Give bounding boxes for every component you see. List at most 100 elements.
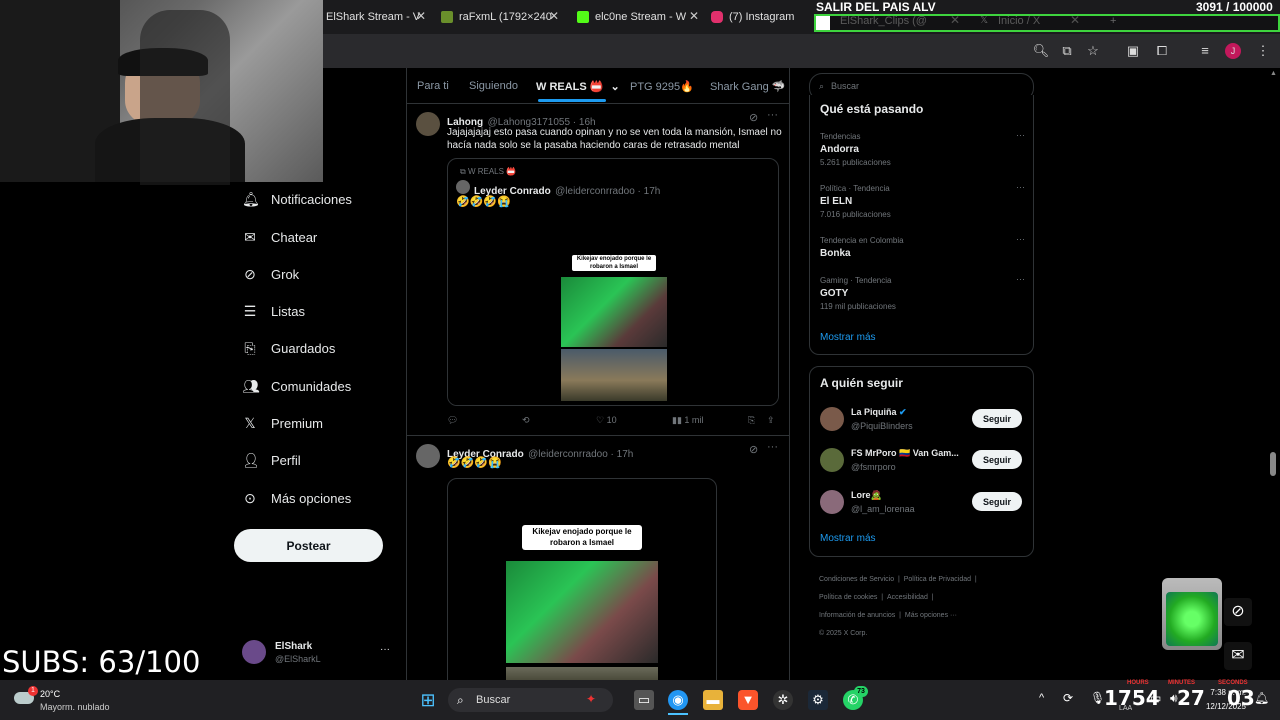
chevron-up-icon[interactable]: ^ — [1039, 692, 1044, 704]
sidebar-item-guardados[interactable]: ⎘ Guardados — [242, 337, 335, 359]
weather-desc: Mayorm. nublado — [40, 702, 110, 712]
grok-icon[interactable]: ⊘ — [1224, 598, 1252, 626]
steam-icon[interactable]: ⚙ — [808, 690, 828, 710]
taskbar-search-label: Buscar — [476, 694, 511, 706]
follow-button[interactable]: Seguir — [972, 409, 1022, 428]
post-button[interactable]: Postear — [234, 529, 383, 562]
share-button[interactable]: ⇪ — [767, 415, 775, 426]
reply-button[interactable]: 💬︎ — [447, 415, 458, 426]
tab-w-reals[interactable]: W REALS 📛 ⌄ — [536, 80, 620, 93]
mail-icon[interactable]: ✉ — [1224, 642, 1252, 670]
follow-suggestion[interactable]: FS MrPoro 🇨🇴 Van Gam... @fsmrporo Seguir — [820, 447, 1025, 473]
footer-link[interactable]: Más opciones ··· — [905, 612, 957, 619]
sidebar-item-label: Listas — [271, 303, 305, 319]
retweet-button[interactable]: ⟲ — [522, 415, 530, 426]
author-handle: @leiderconrradoo · 17h — [528, 449, 634, 460]
sidebar-item-chatear[interactable]: ✉ Chatear — [242, 226, 317, 248]
sync-icon[interactable]: ⟳ — [1063, 691, 1073, 705]
sidebar-item-comunidades[interactable]: 👥︎ Comunidades — [242, 375, 351, 397]
avatar[interactable] — [416, 444, 440, 468]
tab-siguiendo[interactable]: Siguiendo — [469, 80, 518, 92]
trend-item[interactable]: Gaming · Tendencia GOTY 119 mil publicac… — [820, 274, 1025, 312]
grok-icon[interactable]: ⊘ — [749, 443, 758, 456]
sidebar-item-notificaciones[interactable]: 🔔︎ Notificaciones — [242, 188, 352, 210]
more-icon[interactable]: ··· — [1016, 234, 1025, 244]
tweet[interactable]: Lahong @Lahong3171055 · 16h ⊘ ··· Jajaja… — [406, 104, 789, 435]
show-more-link[interactable]: Mostrar más — [820, 533, 876, 544]
video-player[interactable]: Kikejav enojado porque le robaron a Isma… — [447, 478, 717, 680]
close-tab-icon[interactable]: ✕ — [416, 9, 426, 23]
browser-tab-0[interactable]: ElShark Stream - V ✕ — [326, 6, 426, 28]
more-icon[interactable]: ··· — [767, 109, 778, 121]
extensions-icon[interactable]: ⧠ — [1153, 42, 1171, 60]
follow-button[interactable]: Seguir — [972, 492, 1022, 511]
star-icon[interactable]: ☆ — [1084, 42, 1102, 60]
separator: | — [927, 594, 934, 601]
tab-ptg[interactable]: PTG 9295🔥 — [630, 80, 694, 93]
footer-link[interactable]: Accesibilidad — [887, 594, 928, 601]
sidebar-item-perfil[interactable]: 👤︎ Perfil — [242, 449, 301, 471]
windows-start-icon[interactable]: ⊞ — [418, 690, 438, 710]
tab-shark-gang[interactable]: Shark Gang 🦈 — [710, 80, 785, 93]
media-control-icon[interactable]: ≡ — [1196, 42, 1214, 60]
sidebar-item-listas[interactable]: ☰ Listas — [242, 300, 305, 322]
scrollbar-thumb[interactable] — [1270, 452, 1276, 476]
file-explorer-icon[interactable]: ▬ — [703, 690, 723, 710]
close-tab-icon[interactable]: ✕ — [689, 9, 699, 23]
tab-para-ti[interactable]: Para ti — [417, 80, 449, 92]
sidebar-item-mas-opciones[interactable]: ⊙ Más opciones — [242, 487, 351, 509]
footer-link[interactable]: Información de anuncios — [819, 612, 895, 619]
trend-meta: Gaming · Tendencia — [820, 276, 892, 285]
like-button[interactable]: ♡ 10 — [596, 415, 617, 426]
install-app-icon[interactable]: ⧉ — [1058, 42, 1076, 60]
more-icon[interactable]: ··· — [1016, 130, 1025, 140]
footer-link[interactable]: Condiciones de Servicio — [819, 576, 894, 583]
trend-item[interactable]: Política · Tendencia El ELN 7.016 public… — [820, 182, 1025, 220]
microphone-icon[interactable]: 🎙︎ — [1090, 691, 1105, 705]
follow-suggestion[interactable]: La Piquiña ✔ @PiquiBlinders Seguir — [820, 406, 1025, 432]
views-button[interactable]: ▮▮ 1 mil — [672, 415, 703, 426]
close-tab-icon[interactable]: ✕ — [549, 9, 559, 23]
mail-icon: ✉ — [244, 229, 256, 245]
follow-button[interactable]: Seguir — [972, 450, 1022, 469]
grok-icon[interactable]: ⊘ — [749, 111, 758, 124]
trend-meta: Tendencia en Colombia — [820, 236, 904, 245]
quoted-tweet[interactable]: ⧉ W REALS 📛 Leyder Conrado @leiderconrra… — [447, 158, 779, 406]
account-switcher[interactable]: ElShark @ElSharkL ··· — [242, 638, 402, 668]
trend-item[interactable]: Tendencia en Colombia Bonka ··· — [820, 234, 1025, 262]
notification-icon[interactable]: 🔔︎ — [1254, 691, 1269, 705]
tab-title: ElShark Stream - V — [326, 11, 421, 23]
chrome-icon[interactable]: ◉ — [668, 690, 688, 710]
sidebar-item-grok[interactable]: ⊘ Grok — [242, 263, 299, 285]
browser-tab-1[interactable]: raFxmL (1792×240 ✕ — [441, 6, 559, 28]
browser-tab-2[interactable]: elc0ne Stream - W ✕ — [577, 6, 699, 28]
more-icon[interactable]: ··· — [767, 441, 778, 453]
zoom-icon[interactable]: 🔍︎ — [1032, 42, 1050, 60]
profile-avatar-icon[interactable]: J — [1225, 43, 1241, 59]
footer-link[interactable]: Política de Privacidad — [904, 576, 971, 583]
avatar[interactable] — [416, 112, 440, 136]
scroll-up-icon[interactable]: ▲ — [1270, 70, 1277, 77]
sidebar-item-premium[interactable]: 𝕏 Premium — [242, 412, 323, 434]
more-icon[interactable]: ··· — [1016, 182, 1025, 192]
footer-link[interactable]: Política de cookies — [819, 594, 877, 601]
more-icon[interactable]: ··· — [380, 644, 390, 655]
chatgpt-icon[interactable]: ✲ — [773, 690, 793, 710]
picture-in-picture-icon[interactable]: ▣ — [1124, 42, 1142, 60]
tweet-text: 🤣🤣🤣😭 — [447, 457, 502, 469]
browser-tab-3[interactable]: (7) Instagram — [711, 6, 811, 28]
task-view-icon[interactable]: ▭ — [634, 690, 654, 710]
trend-item[interactable]: Tendencias Andorra 5.261 publicaciones ·… — [820, 130, 1025, 168]
taskbar-search[interactable]: ⌕ Buscar ✦ — [448, 688, 613, 712]
more-icon[interactable]: ··· — [1016, 274, 1025, 284]
menu-icon[interactable]: ⋮ — [1254, 42, 1272, 60]
weather-widget[interactable]: 1 — [14, 686, 38, 710]
follow-suggestion[interactable]: Lore🧟 @l_am_lorenaa Seguir — [820, 489, 1025, 515]
active-app-indicator — [668, 713, 688, 715]
video-player[interactable]: Kikejav enojado porque le robaron a Isma… — [448, 221, 778, 405]
brave-icon[interactable]: ▼ — [738, 690, 758, 710]
bookmark-button[interactable]: ⎘ — [748, 415, 755, 426]
timer-minutes: 27 — [1177, 686, 1205, 710]
show-more-link[interactable]: Mostrar más — [820, 332, 876, 343]
tweet[interactable]: Leyder Conrado @leiderconrradoo · 17h ⊘ … — [406, 436, 789, 680]
